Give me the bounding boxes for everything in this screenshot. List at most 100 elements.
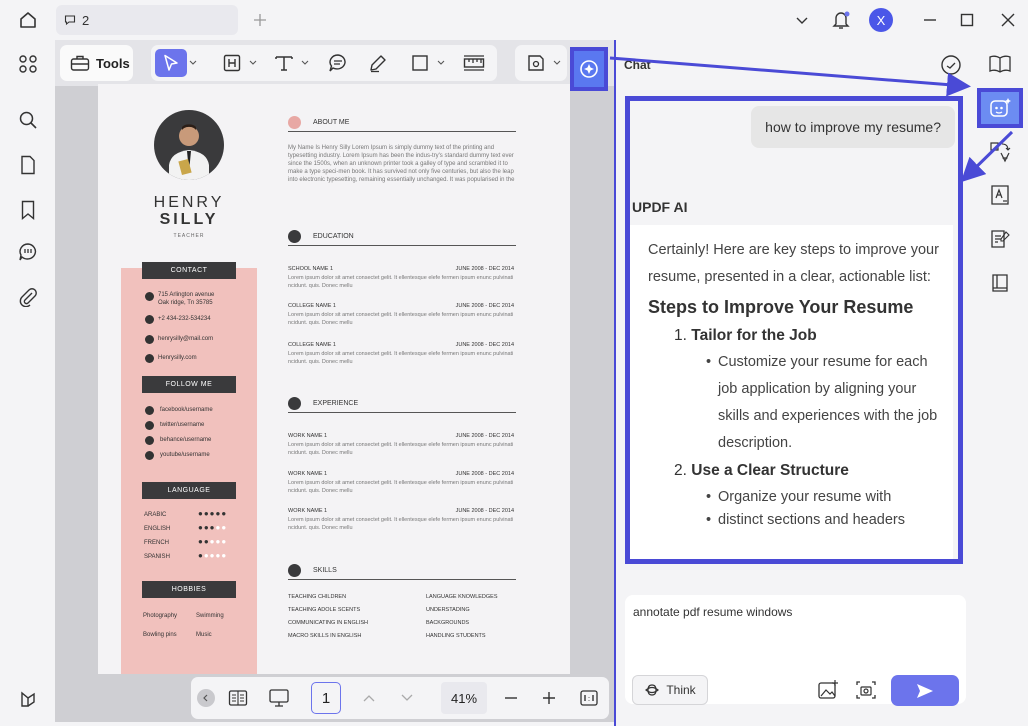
document-tab[interactable]: 2 (56, 5, 238, 35)
toolbox-icon (70, 55, 90, 71)
zoom-level[interactable]: 41% (441, 682, 487, 714)
pages-icon[interactable] (16, 153, 40, 177)
left-sidebar (0, 40, 55, 726)
stamp-tool-button[interactable] (523, 50, 549, 76)
skill-item: COMMUNICATING IN ENGLISH (288, 620, 368, 626)
presentation-icon[interactable] (265, 686, 293, 710)
page-layout-icon[interactable] (225, 686, 251, 710)
chevron-down-icon[interactable] (189, 59, 197, 67)
pencil-icon (370, 55, 386, 73)
actual-size-icon[interactable] (577, 686, 601, 710)
user-avatar[interactable]: X (869, 8, 893, 32)
youtube-icon (145, 451, 154, 460)
ai-bot-icon (990, 98, 1011, 117)
skill-item: LANGUAGE KNOWLEDGES (426, 594, 498, 600)
twitter-icon (145, 421, 154, 430)
ocr-icon[interactable] (988, 183, 1012, 207)
highlight-tool-button[interactable] (219, 50, 245, 76)
pencil-tool-button[interactable] (365, 50, 391, 76)
notification-bell-icon[interactable] (830, 8, 852, 32)
send-button[interactable] (891, 675, 959, 706)
contact-phone: +2 434-232-534234 (158, 316, 211, 322)
language-header: LANGUAGE (142, 482, 236, 499)
image-upload-icon[interactable] (817, 679, 839, 701)
hobby-item: Bowling pins (143, 632, 177, 638)
attachment-icon[interactable] (16, 285, 40, 309)
chevron-up-icon[interactable] (357, 686, 381, 710)
home-icon[interactable] (16, 9, 40, 31)
zoom-out-icon[interactable] (499, 686, 523, 710)
minimize-icon[interactable] (920, 10, 940, 30)
ai-chat-button[interactable] (977, 88, 1023, 128)
contact-header: CONTACT (142, 262, 236, 279)
answer-heading: Steps to Improve Your Resume (648, 297, 914, 317)
page-navigation-bar: 1 41% (191, 677, 609, 719)
page-number-input[interactable]: 1 (311, 682, 341, 714)
pdf-page: HENRY SILLY TEACHER CONTACT 715 Arlingto… (98, 84, 570, 674)
experience-desc: Lorem ipsum dolor sit amet consectet gel… (288, 517, 514, 531)
maximize-icon[interactable] (957, 10, 977, 30)
language-name: ARABIC (144, 512, 167, 518)
highlight-icon (223, 54, 241, 72)
translate-icon[interactable] (988, 140, 1012, 164)
note-tool-button[interactable] (325, 50, 351, 76)
select-tool-button[interactable] (155, 49, 187, 77)
edit-toolbar: Tools (55, 40, 615, 91)
chevron-down-icon[interactable] (301, 59, 309, 67)
search-icon[interactable] (16, 108, 40, 132)
person-icon (288, 116, 301, 129)
chevron-down-icon[interactable] (792, 10, 812, 30)
think-label: Think (666, 683, 696, 697)
measure-tool-button[interactable] (461, 50, 487, 76)
book-icon[interactable] (988, 271, 1012, 295)
resume-role: TEACHER (173, 233, 205, 239)
shape-tool-button[interactable] (407, 50, 433, 76)
comment-icon[interactable] (16, 240, 40, 264)
tools-button[interactable]: Tools (60, 45, 133, 81)
chat-panel: Chat how to improve my resume? UPDF AI C… (616, 40, 974, 726)
answer-step: 2. Use a Clear Structure (674, 462, 849, 479)
cursor-arrow-icon (164, 54, 178, 71)
pdf-viewer: Tools HENRY SILLY TEACHER CONTACT 715 Ar… (55, 40, 615, 722)
chat-input-box[interactable]: annotate pdf resume windows Think (625, 595, 966, 706)
follow-header: FOLLOW ME (142, 376, 236, 393)
about-section-header: ABOUT ME (288, 116, 516, 132)
chat-title: Chat (624, 58, 651, 72)
location-icon (145, 292, 154, 301)
think-button[interactable]: Think (632, 675, 708, 705)
screenshot-icon[interactable] (855, 679, 877, 701)
hobby-item: Swimming (196, 613, 224, 619)
chevron-down-icon[interactable] (249, 59, 257, 67)
chat-input[interactable]: annotate pdf resume windows (633, 605, 792, 619)
history-clock-icon[interactable] (940, 54, 962, 76)
chevron-down-icon[interactable] (395, 686, 419, 710)
send-icon (917, 683, 933, 698)
hobby-item: Music (196, 632, 212, 638)
layers-icon[interactable] (16, 687, 40, 711)
zoom-in-icon[interactable] (537, 686, 561, 710)
form-fill-icon[interactable] (988, 227, 1012, 251)
education-entry: COLLEGE NAME 1 JUNE 2008 - DEC 2014 (288, 342, 514, 348)
skill-item: UNDERSTADING (426, 607, 470, 613)
skill-item: TEACHING CHILDREN (288, 594, 347, 600)
comment-icon (64, 15, 76, 26)
education-desc: Lorem ipsum dolor sit amet consectet gel… (288, 312, 514, 326)
profile-photo (154, 110, 224, 180)
hobbies-header: HOBBIES (142, 581, 236, 598)
education-entry: SCHOOL NAME 1 JUNE 2008 - DEC 2014 (288, 266, 514, 272)
ai-assistant-button[interactable] (570, 47, 608, 91)
skill-item: TEACHING ADOLE SCENTS (288, 607, 361, 613)
email-icon (145, 335, 154, 344)
education-entry: COLLEGE NAME 1 JUNE 2008 - DEC 2014 (288, 303, 514, 309)
reading-mode-icon[interactable] (988, 52, 1012, 76)
chevron-down-icon[interactable] (553, 59, 561, 67)
thumbnails-icon[interactable] (16, 52, 40, 76)
chevron-down-icon[interactable] (437, 59, 445, 67)
new-tab-icon[interactable] (250, 10, 270, 30)
bookmark-icon[interactable] (16, 198, 40, 222)
language-level: ●●●●● (198, 523, 228, 532)
text-tool-button[interactable] (271, 50, 297, 76)
social-behance: behance/username (160, 437, 212, 443)
close-icon[interactable] (998, 10, 1018, 30)
collapse-arrow-icon[interactable] (197, 689, 215, 707)
